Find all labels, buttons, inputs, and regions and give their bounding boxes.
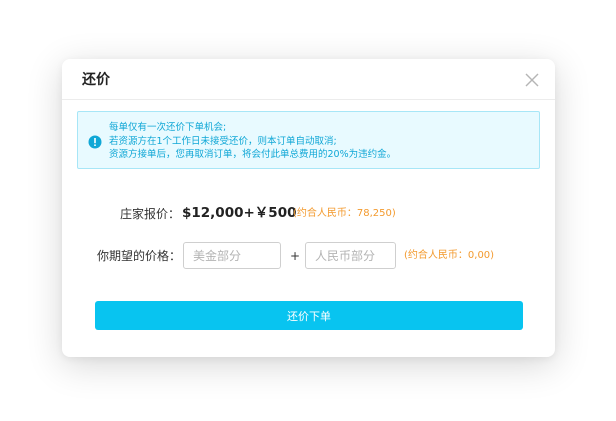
close-icon[interactable] — [525, 72, 539, 87]
notice-line: 每单仅有一次还价下单机会; — [109, 122, 227, 133]
notice-box: 每单仅有一次还价下单机会; 若资源方在1个工作日未接受还价，则本订单自动取消; … — [77, 111, 540, 169]
notice-text: 每单仅有一次还价下单机会; 若资源方在1个工作日未接受还价，则本订单自动取消; … — [109, 121, 396, 162]
offer-price: $12,000+￥500 — [182, 205, 297, 221]
plus-sign: + — [290, 249, 301, 263]
rmb-amount-input[interactable] — [305, 242, 396, 269]
counter-offer-dialog: 还价 每单仅有一次还价下单机会; 若资源方在1个工作日未接受还价，则本订单自动取… — [62, 59, 555, 357]
submit-counter-offer-button[interactable]: 还价下单 — [95, 301, 523, 330]
notice-line: 资源方接单后，您再取消订单，将会付此单总费用的20%为违约金。 — [109, 149, 397, 160]
notice-line: 若资源方在1个工作日未接受还价，则本订单自动取消; — [109, 135, 337, 147]
offer-rmb-hint: (约合人民币：78,250) — [293, 208, 396, 219]
counter-rmb-hint: (约合人民币：0,00) — [404, 250, 495, 261]
exclamation-circle-icon — [88, 134, 102, 149]
expected-price-label: 你期望的价格： — [97, 249, 182, 263]
usd-amount-input[interactable] — [183, 242, 281, 269]
offer-price-label: 庄家报价： — [120, 207, 181, 221]
dialog-header: 还价 — [62, 59, 555, 100]
dialog-title: 还价 — [82, 72, 110, 88]
